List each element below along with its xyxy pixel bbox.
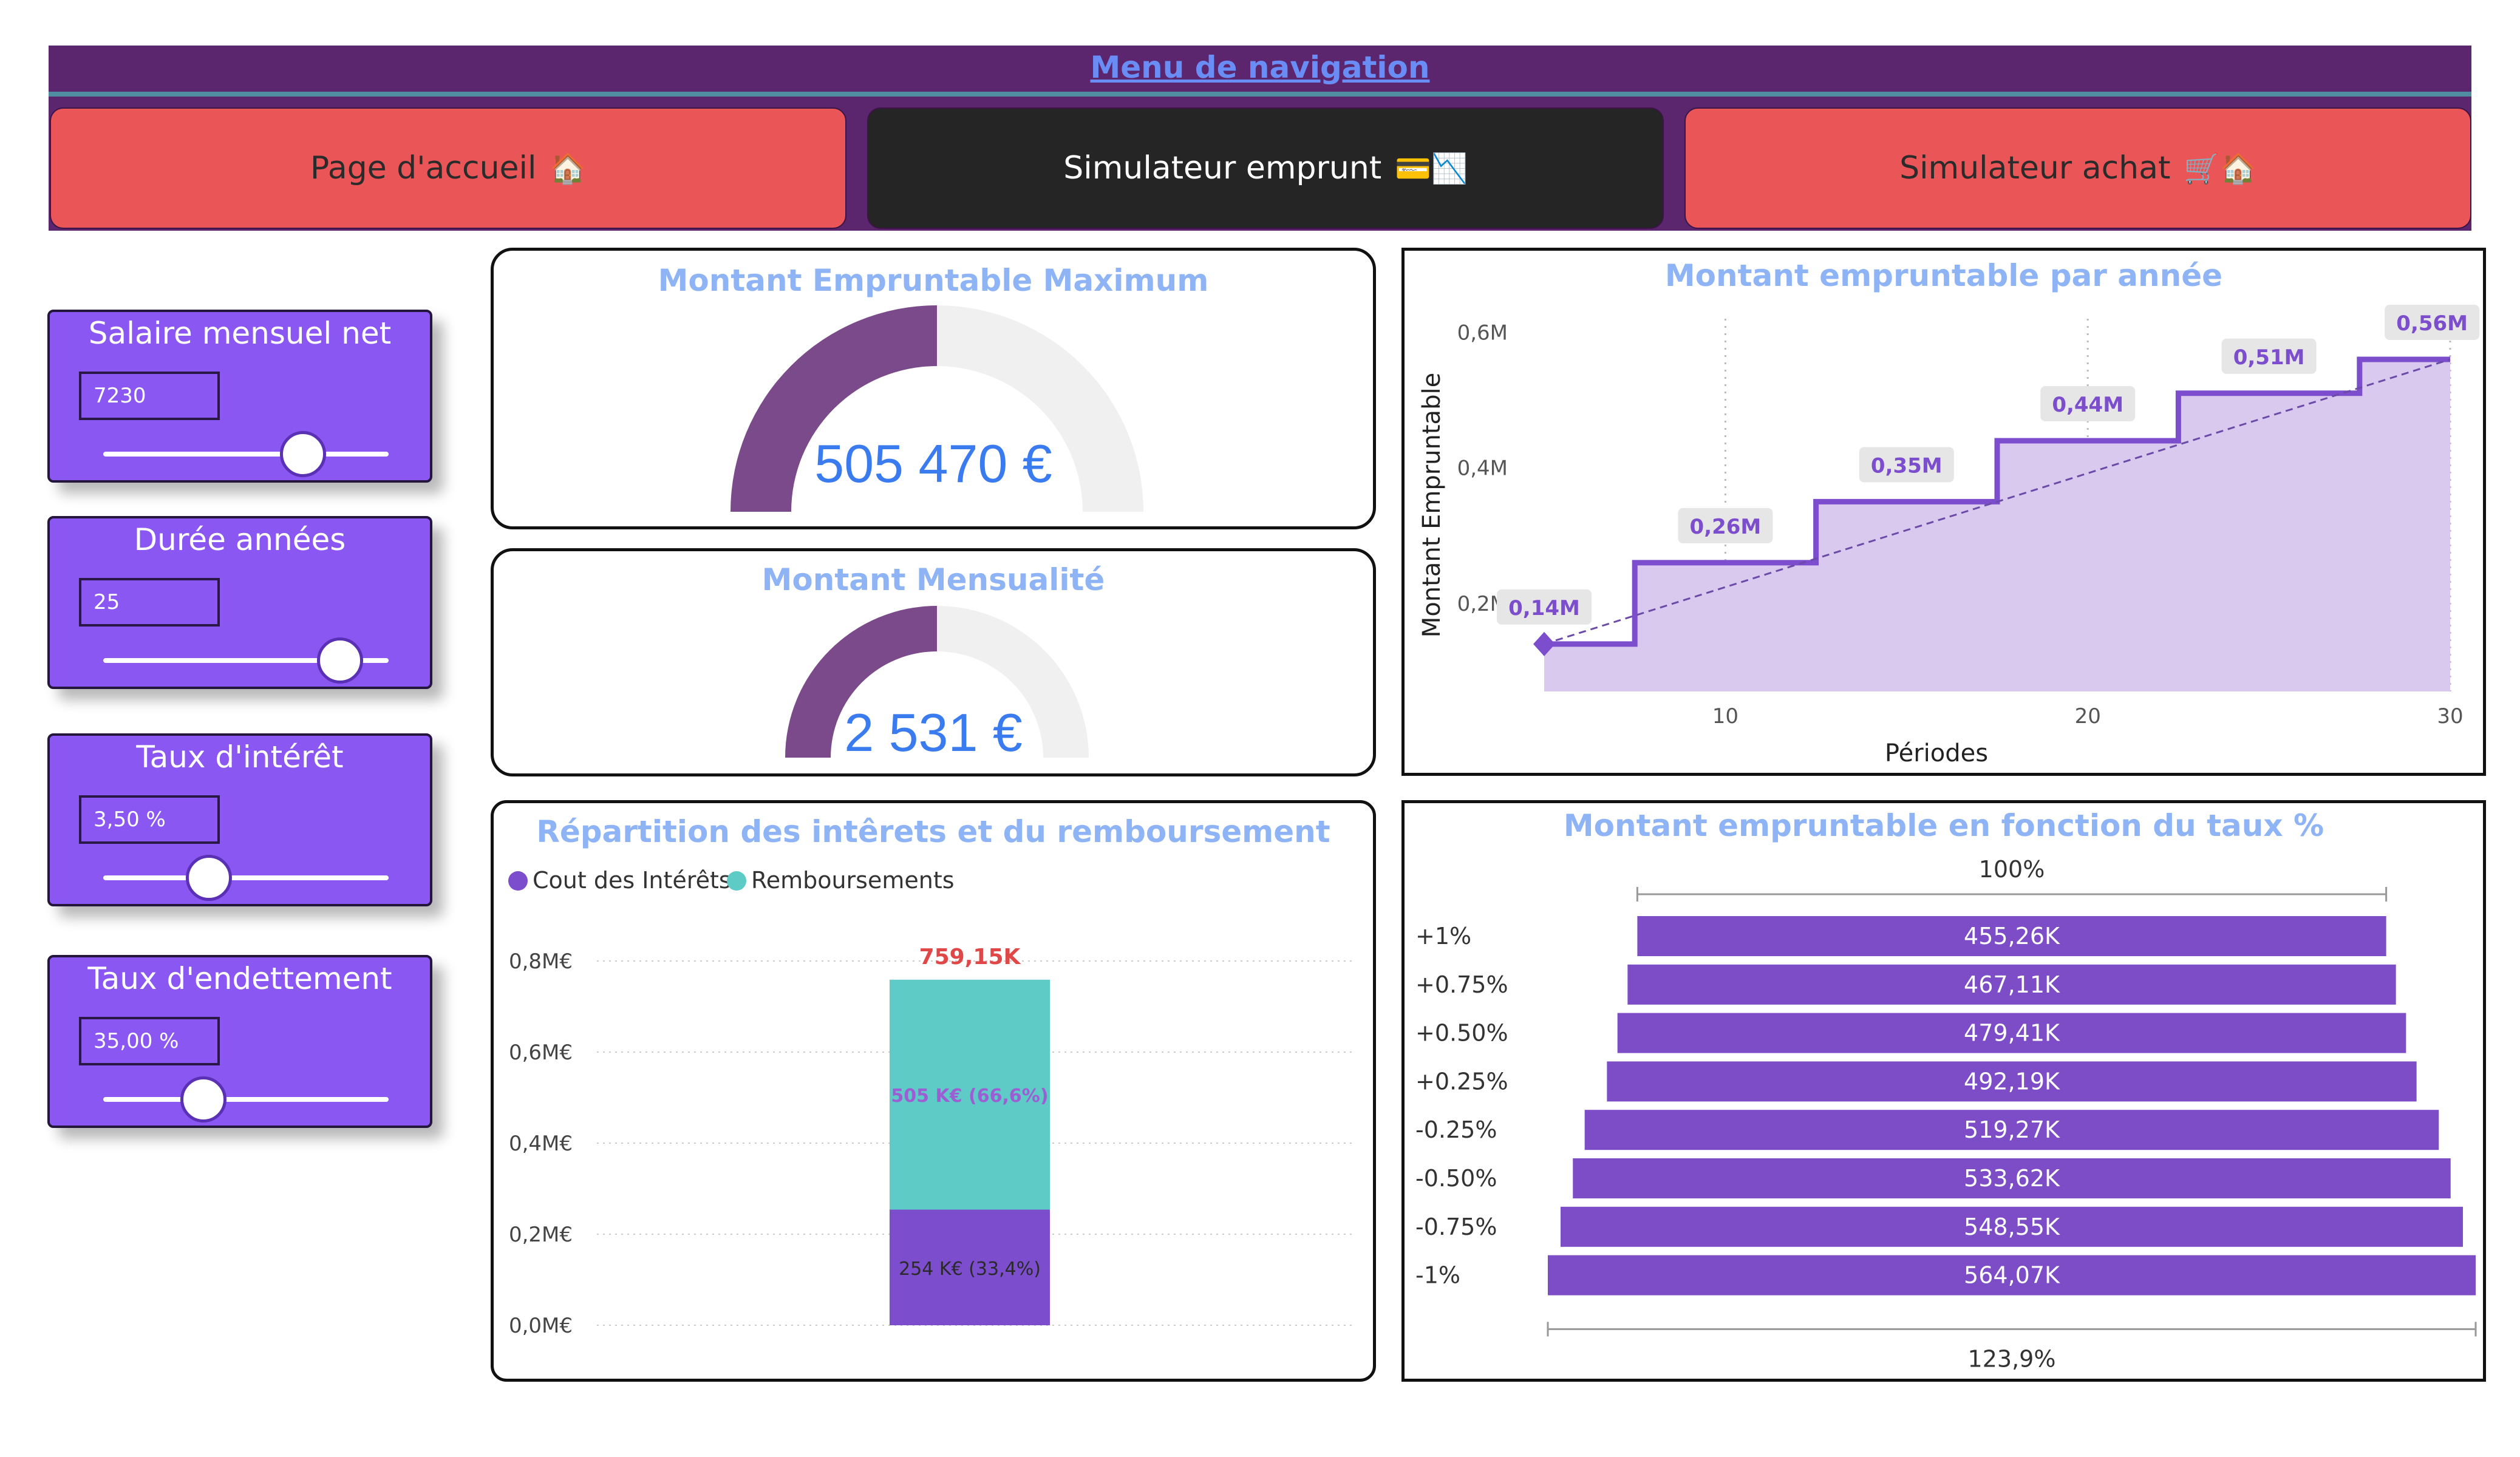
navigation-title-link[interactable]: Menu de navigation	[49, 46, 2471, 89]
x-axis-title: Périodes	[1885, 739, 1988, 767]
y-tick-label: 0,4M€	[509, 1132, 573, 1156]
funnel-category-label: -0.75%	[1415, 1214, 1497, 1240]
duration-slider-thumb[interactable]	[317, 637, 364, 684]
funnel-category-label: +0.50%	[1415, 1020, 1508, 1047]
data-label: 0,26M	[1690, 515, 1762, 539]
funnel-bar-label: 479,41K	[1964, 1020, 2060, 1047]
funnel-bar-label: 492,19K	[1964, 1068, 2060, 1095]
salary-slider-track[interactable]	[103, 452, 389, 457]
duration-slicer-title: Durée années	[134, 522, 346, 557]
debt-ratio-slider-track[interactable]	[103, 1097, 389, 1102]
cart-house-icon: 🛒🏠	[2184, 151, 2256, 186]
x-tick-label: 30	[2437, 704, 2463, 728]
funnel-bar-label: 548,55K	[1964, 1214, 2060, 1240]
salary-input[interactable]: 7230	[79, 372, 220, 420]
y-tick-label: 0,8M€	[509, 949, 573, 974]
loan-by-year-chart-card: Montant empruntable par année 10 20 30 0,2M…	[1401, 248, 2486, 776]
funnel-category-label: +0.75%	[1415, 971, 1508, 998]
interest-rate-slicer-title: Taux d'intérêt	[136, 739, 344, 775]
loan-simulator-button-label: Simulateur emprunt	[1063, 150, 1382, 186]
navigation-bar: Menu de navigation Page d'accueil 🏠 Simu…	[49, 46, 2471, 231]
loan-by-year-chart: 10 20 300,2M0,4M0,6M0,14M0,26M0,35M0,44M0,…	[1418, 304, 2480, 767]
funnel-category-label: +0.25%	[1415, 1068, 1508, 1095]
debt-ratio-slider-thumb[interactable]	[180, 1076, 226, 1122]
x-tick-label: 20	[2075, 704, 2101, 728]
max-loan-gauge-card: Montant Empruntable Maximum 505 470 €	[491, 248, 1376, 529]
interest-rate-input[interactable]: 3,50 %	[79, 795, 220, 844]
monthly-payment-gauge-value: 2 531 €	[844, 702, 1023, 762]
funnel-bar-label: 533,62K	[1964, 1165, 2060, 1192]
nav-divider	[49, 92, 2471, 97]
debt-ratio-slicer: Taux d'endettement 35,00 %	[47, 955, 432, 1128]
funnel-category-label: -0.50%	[1415, 1165, 1497, 1192]
duration-input[interactable]: 25	[79, 578, 220, 627]
debt-ratio-input[interactable]: 35,00 %	[79, 1017, 220, 1065]
funnel-bottom-label: 123,9%	[1968, 1345, 2056, 1372]
funnel-category-label: +1%	[1415, 923, 1471, 949]
debt-ratio-slicer-title: Taux d'endettement	[87, 961, 392, 996]
y-tick-label: 0,0M€	[509, 1314, 573, 1338]
home-page-button-label: Page d'accueil	[310, 150, 537, 186]
y-axis-title: Montant Empruntable	[1418, 373, 1446, 637]
monthly-payment-gauge-card: Montant Mensualité 2 531 €	[491, 548, 1376, 776]
interest-repayment-chart: Cout des Intérêts Remboursements 0,0M€ 0,2M…	[508, 867, 1356, 1338]
interest-rate-slider-track[interactable]	[103, 875, 389, 880]
funnel-top-label: 100%	[1979, 856, 2045, 883]
funnel-bar-label: 467,11K	[1964, 971, 2060, 998]
funnel-bar-label: 455,26K	[1964, 923, 2060, 949]
data-label: 0,35M	[1871, 453, 1943, 478]
data-label: 0,44M	[2052, 393, 2123, 417]
funnel-bar-label: 519,27K	[1964, 1116, 2060, 1143]
card-chart-icon: 💳📉	[1395, 151, 1468, 186]
funnel-category-label: -1%	[1415, 1262, 1460, 1289]
y-tick-label: 0,2M€	[509, 1223, 573, 1247]
y-tick-label: 0,4M	[1457, 457, 1508, 481]
interest-rate-slider-thumb[interactable]	[185, 855, 232, 901]
funnel-category-label: -0.25%	[1415, 1116, 1497, 1143]
bar-repayments-label: 505 K€ (66,6%)	[891, 1085, 1048, 1107]
funnel-bar-label: 564,07K	[1964, 1262, 2060, 1289]
interest-rate-slicer: Taux d'intérêt 3,50 %	[47, 733, 432, 906]
purchase-simulator-button-label: Simulateur achat	[1899, 150, 2171, 186]
legend-label: Cout des Intérêts	[533, 867, 731, 894]
salary-slider-thumb[interactable]	[280, 431, 326, 477]
home-page-button[interactable]: Page d'accueil 🏠	[50, 107, 846, 229]
legend-marker	[727, 871, 746, 891]
y-tick-label: 0,6M	[1457, 321, 1508, 345]
y-tick-label: 0,6M€	[509, 1041, 573, 1065]
salary-slicer-title: Salaire mensuel net	[88, 316, 392, 351]
legend-marker	[508, 871, 528, 891]
bar-total-label: 759,15K	[919, 945, 1021, 970]
purchase-simulator-button[interactable]: Simulateur achat 🛒🏠	[1684, 107, 2471, 229]
loan-simulator-button[interactable]: Simulateur emprunt 💳📉	[867, 107, 1664, 229]
data-label: 0,51M	[2233, 345, 2305, 370]
max-loan-gauge-value: 505 470 €	[814, 433, 1052, 494]
legend-label: Remboursements	[751, 867, 955, 894]
duration-slicer: Durée années 25	[47, 516, 432, 689]
loan-by-rate-chart-card: Montant empruntable en fonction du taux …	[1401, 800, 2486, 1382]
data-label: 0,56M	[2396, 311, 2468, 336]
salary-slicer: Salaire mensuel net 7230	[47, 310, 432, 483]
x-tick-label: 10	[1712, 704, 1738, 728]
interest-repayment-chart-card: Répartition des intêrets et du rembourse…	[491, 800, 1376, 1382]
loan-by-rate-chart: 455,26K +1% 467,11K +0.75% 479,41K +0.50% 492,…	[1415, 856, 2477, 1372]
bar-interest-label: 254 K€ (33,4%)	[899, 1258, 1041, 1280]
house-icon: 🏠	[550, 151, 587, 186]
data-label: 0,14M	[1508, 596, 1580, 620]
